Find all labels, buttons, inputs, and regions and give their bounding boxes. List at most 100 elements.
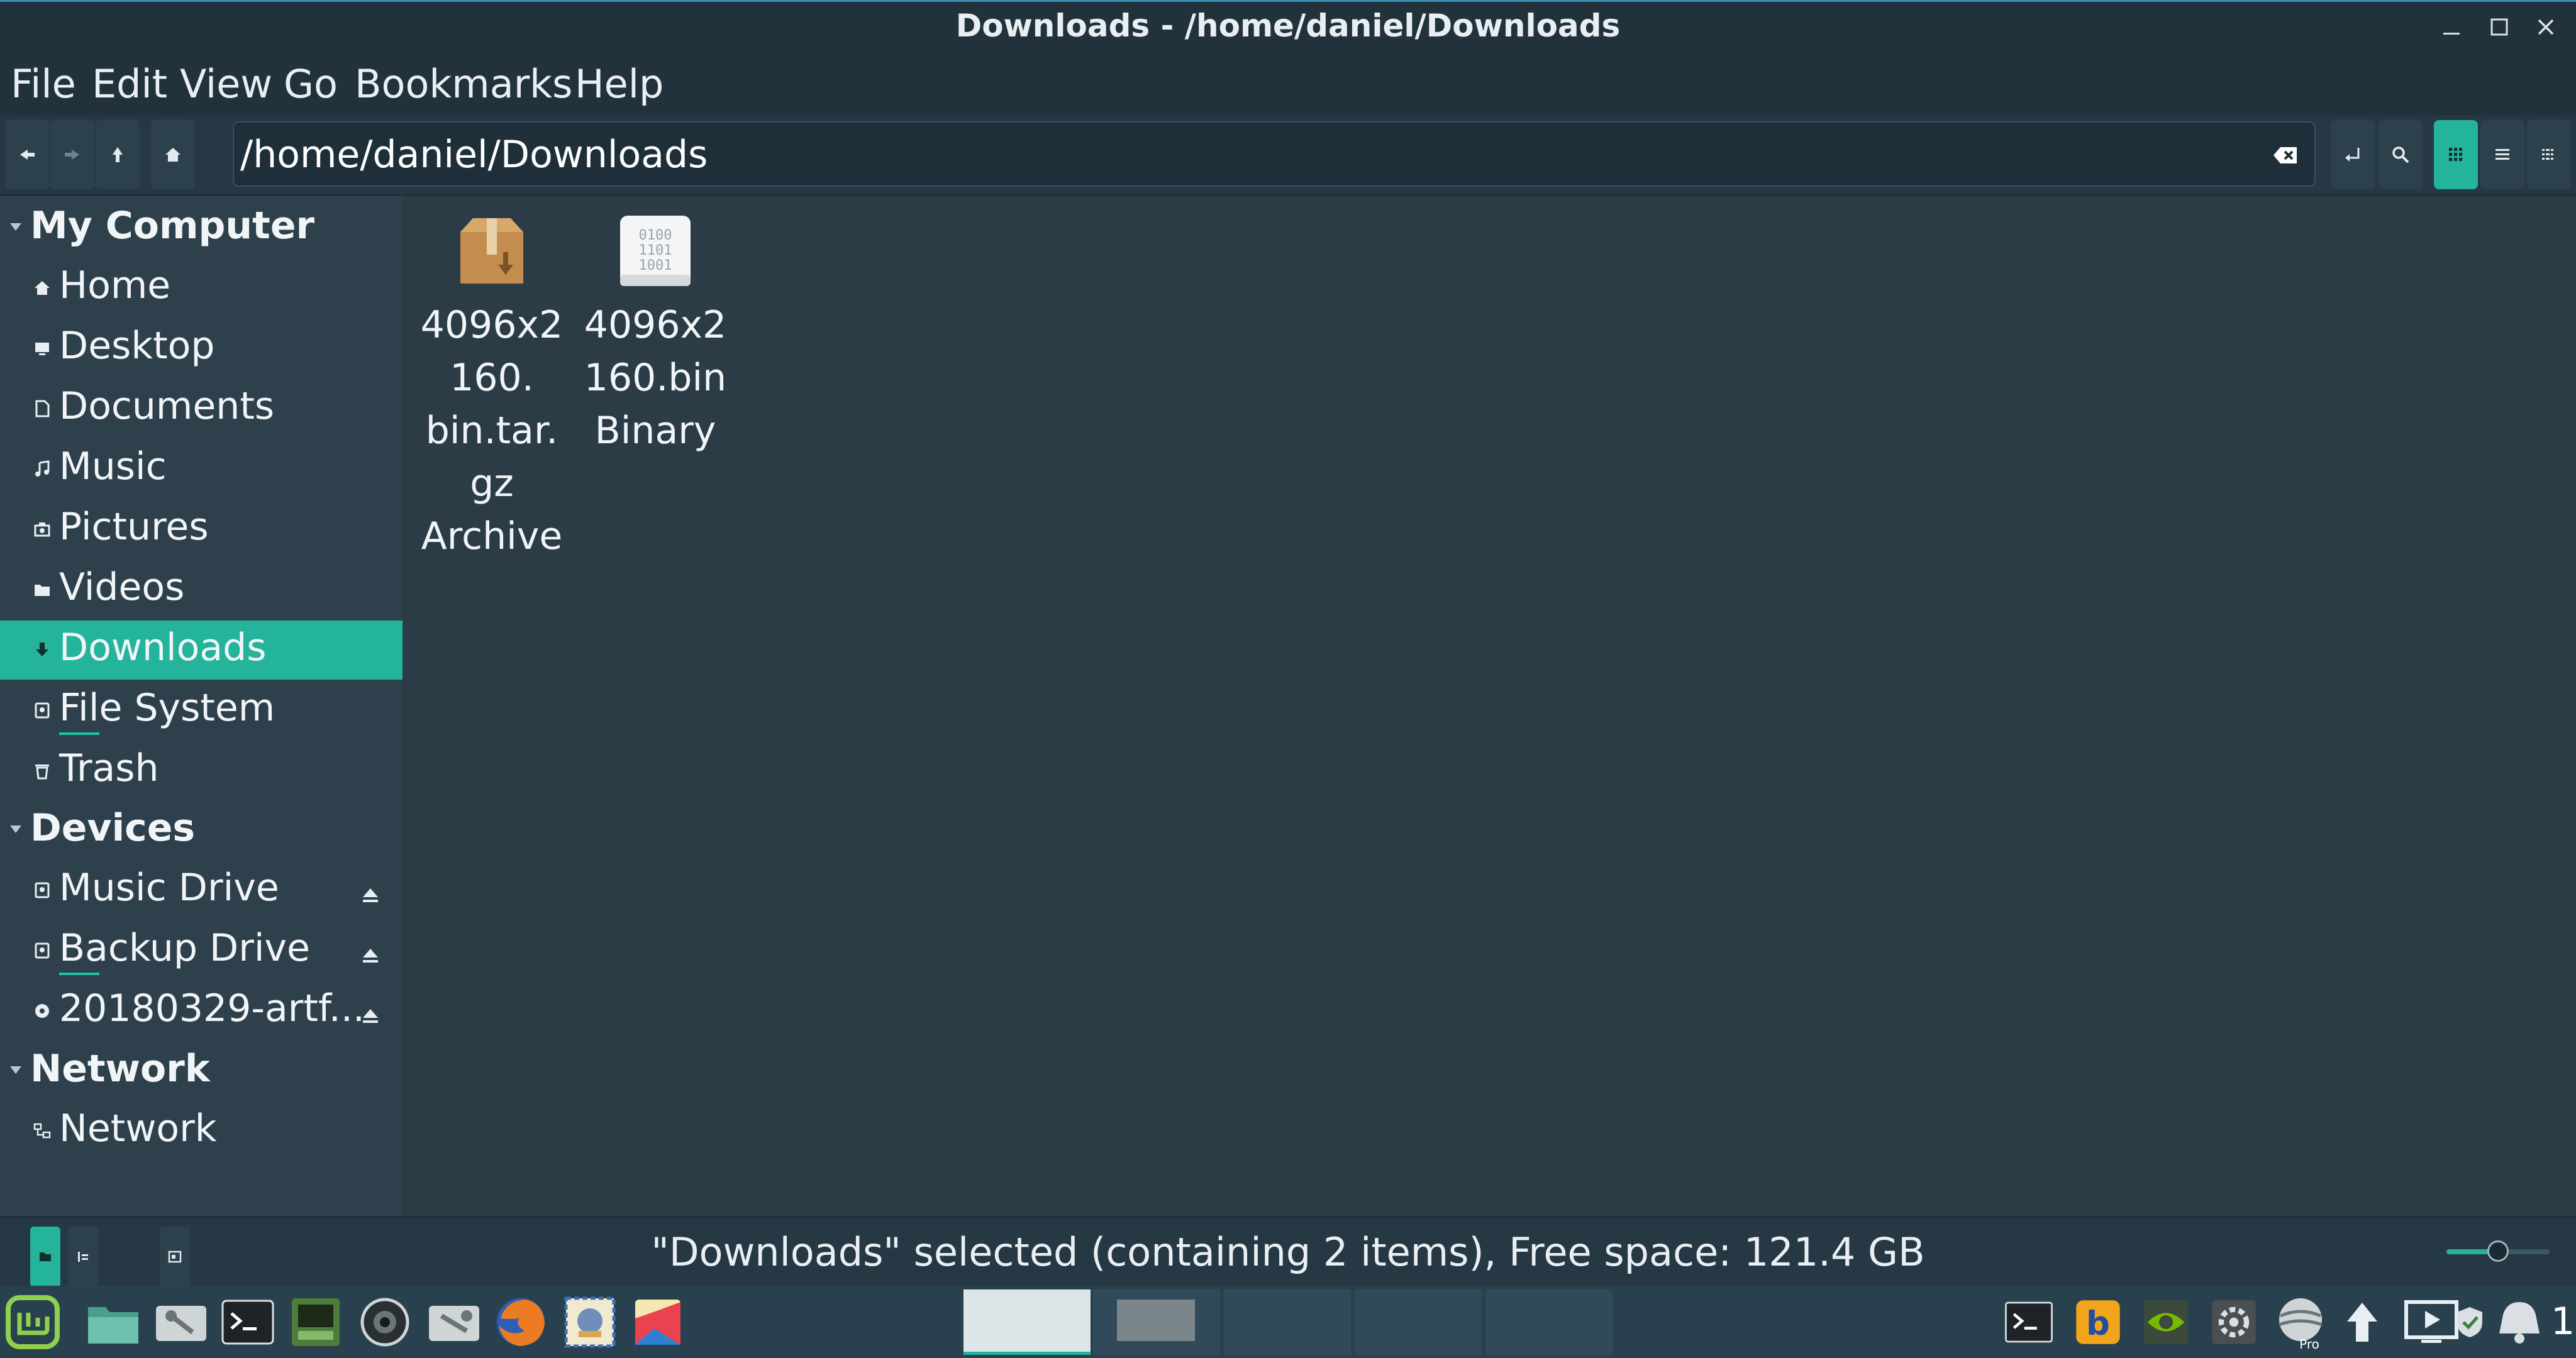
archive-icon (454, 213, 530, 289)
menu-view[interactable]: View (180, 61, 272, 107)
shield-icon[interactable] (2454, 1293, 2485, 1351)
section-network[interactable]: Network (0, 1042, 402, 1098)
settings-tray-icon[interactable] (2205, 1293, 2263, 1351)
section-devices[interactable]: Devices (0, 801, 402, 858)
media-icon[interactable] (2402, 1293, 2460, 1351)
menu-go[interactable]: Go (284, 61, 338, 107)
settings-icon[interactable] (152, 1293, 210, 1351)
terminal-icon[interactable] (219, 1293, 277, 1351)
notifications-icon[interactable] (2490, 1293, 2548, 1351)
search-icon (2391, 145, 2410, 164)
sidebar-item-network[interactable]: Network (0, 1101, 402, 1161)
list-view-icon (2493, 145, 2512, 164)
minimize-icon[interactable] (2434, 9, 2469, 45)
sidebar-item-documents[interactable]: Documents (0, 379, 402, 438)
sidebar-item-videos[interactable]: Videos (0, 560, 402, 619)
compact-view-button[interactable] (2527, 120, 2571, 189)
up-button[interactable] (96, 120, 140, 189)
file-item-binary[interactable]: 0100 1101 1001 4096x2 160.bin Binary (577, 201, 734, 457)
window-title: Downloads - /home/daniel/Downloads (955, 8, 1621, 44)
eject-icon[interactable] (361, 1007, 380, 1025)
file-item-archive[interactable]: 4096x2 160. bin.tar. gz Archive (413, 201, 570, 563)
zoom-slider[interactable] (2446, 1240, 2550, 1262)
pictures-icon (31, 519, 53, 540)
drive-icon (31, 700, 53, 721)
search-button[interactable] (2379, 120, 2423, 189)
sidebar-item-music[interactable]: Music (0, 439, 402, 499)
home-icon (164, 145, 182, 164)
status-text: "Downloads" selected (containing 2 items… (651, 1229, 1925, 1275)
compact-view-icon (2540, 145, 2558, 164)
expand-arrow-icon (9, 1064, 23, 1076)
forward-button[interactable] (50, 120, 94, 189)
sidebar-item-music-drive[interactable]: Music Drive (0, 861, 402, 920)
drive-icon (31, 880, 53, 901)
sidebar: My Computer Home Desktop Documents Music… (0, 196, 402, 1217)
home-button[interactable] (151, 120, 195, 189)
tools-icon[interactable] (425, 1293, 483, 1351)
sidebar-item-home[interactable]: Home (0, 258, 402, 317)
sidebar-item-downloads[interactable]: Downloads (0, 621, 402, 680)
forward-icon (63, 145, 82, 164)
videos-icon (31, 579, 53, 600)
menu-bookmarks[interactable]: Bookmarks (355, 61, 572, 107)
back-icon (18, 145, 36, 164)
file-view[interactable]: 4096x2 160. bin.tar. gz Archive 0100 110… (406, 196, 2576, 1217)
svg-text:0100: 0100 (639, 228, 672, 243)
clear-location-icon[interactable] (2268, 138, 2303, 173)
file-name: 4096x2 160. bin.tar. gz (420, 303, 564, 505)
taskbar: b Pro 1 (0, 1286, 2576, 1358)
title-bar[interactable]: Downloads - /home/daniel/Downloads (0, 0, 2576, 51)
eject-icon[interactable] (361, 886, 380, 905)
close-icon[interactable] (2528, 9, 2563, 45)
taskbar-window-2[interactable] (1093, 1289, 1220, 1355)
list-view-button[interactable] (2480, 120, 2524, 189)
sidebar-item-trash[interactable]: Trash (0, 741, 402, 800)
system-monitor-icon[interactable] (287, 1293, 345, 1351)
mail-icon[interactable] (561, 1293, 619, 1351)
notification-count: 1 (2551, 1300, 2575, 1344)
location-bar[interactable] (233, 121, 2316, 187)
menu-help[interactable]: Help (575, 61, 663, 107)
vpn-badge: Pro (2299, 1337, 2319, 1351)
sidebar-item-pictures[interactable]: Pictures (0, 500, 402, 559)
toggle-location-button[interactable] (2331, 120, 2375, 189)
location-input[interactable] (239, 125, 2254, 184)
taskbar-window-files[interactable] (963, 1289, 1091, 1355)
terminal-tray-icon[interactable] (2000, 1293, 2058, 1351)
taskbar-window-4[interactable] (1355, 1289, 1482, 1355)
eject-icon[interactable] (361, 946, 380, 965)
sidebar-item-file-system[interactable]: File System (0, 681, 402, 740)
mint-menu-icon[interactable] (4, 1293, 62, 1351)
taskbar-window-3[interactable] (1224, 1289, 1351, 1355)
nvidia-icon[interactable] (2137, 1293, 2195, 1351)
usage-indicator (59, 732, 99, 735)
icon-view-icon (2446, 145, 2465, 164)
maximize-icon[interactable] (2482, 9, 2517, 45)
trash-icon (31, 760, 53, 781)
music-icon (31, 458, 53, 480)
sidebar-item-artf-disc[interactable]: 20180329-artf... (0, 981, 402, 1041)
toggle-location-icon (2343, 145, 2362, 164)
zoom-slider-handle[interactable] (2487, 1240, 2509, 1262)
camera-icon[interactable] (356, 1293, 414, 1351)
menu-file[interactable]: File (11, 61, 76, 107)
status-bar: "Downloads" selected (containing 2 items… (0, 1217, 2576, 1287)
icon-view-button[interactable] (2434, 120, 2478, 189)
back-button[interactable] (5, 120, 49, 189)
sidebar-item-backup-drive[interactable]: Backup Drive (0, 921, 402, 980)
section-my-computer[interactable]: My Computer (0, 199, 402, 255)
firefox-icon[interactable] (492, 1293, 550, 1351)
files-icon[interactable] (84, 1293, 142, 1351)
expand-arrow-icon (9, 824, 23, 835)
vpn-icon[interactable]: Pro (2272, 1293, 2329, 1351)
bluetooth-icon[interactable]: b (2069, 1293, 2127, 1351)
image-viewer-icon[interactable] (629, 1293, 687, 1351)
menu-edit[interactable]: Edit (92, 61, 167, 107)
update-icon[interactable] (2343, 1293, 2381, 1351)
taskbar-window-5[interactable] (1485, 1289, 1613, 1355)
expand-arrow-icon (9, 221, 23, 233)
svg-text:b: b (2086, 1305, 2110, 1343)
sidebar-item-desktop[interactable]: Desktop (0, 319, 402, 378)
svg-text:1101: 1101 (639, 243, 672, 258)
